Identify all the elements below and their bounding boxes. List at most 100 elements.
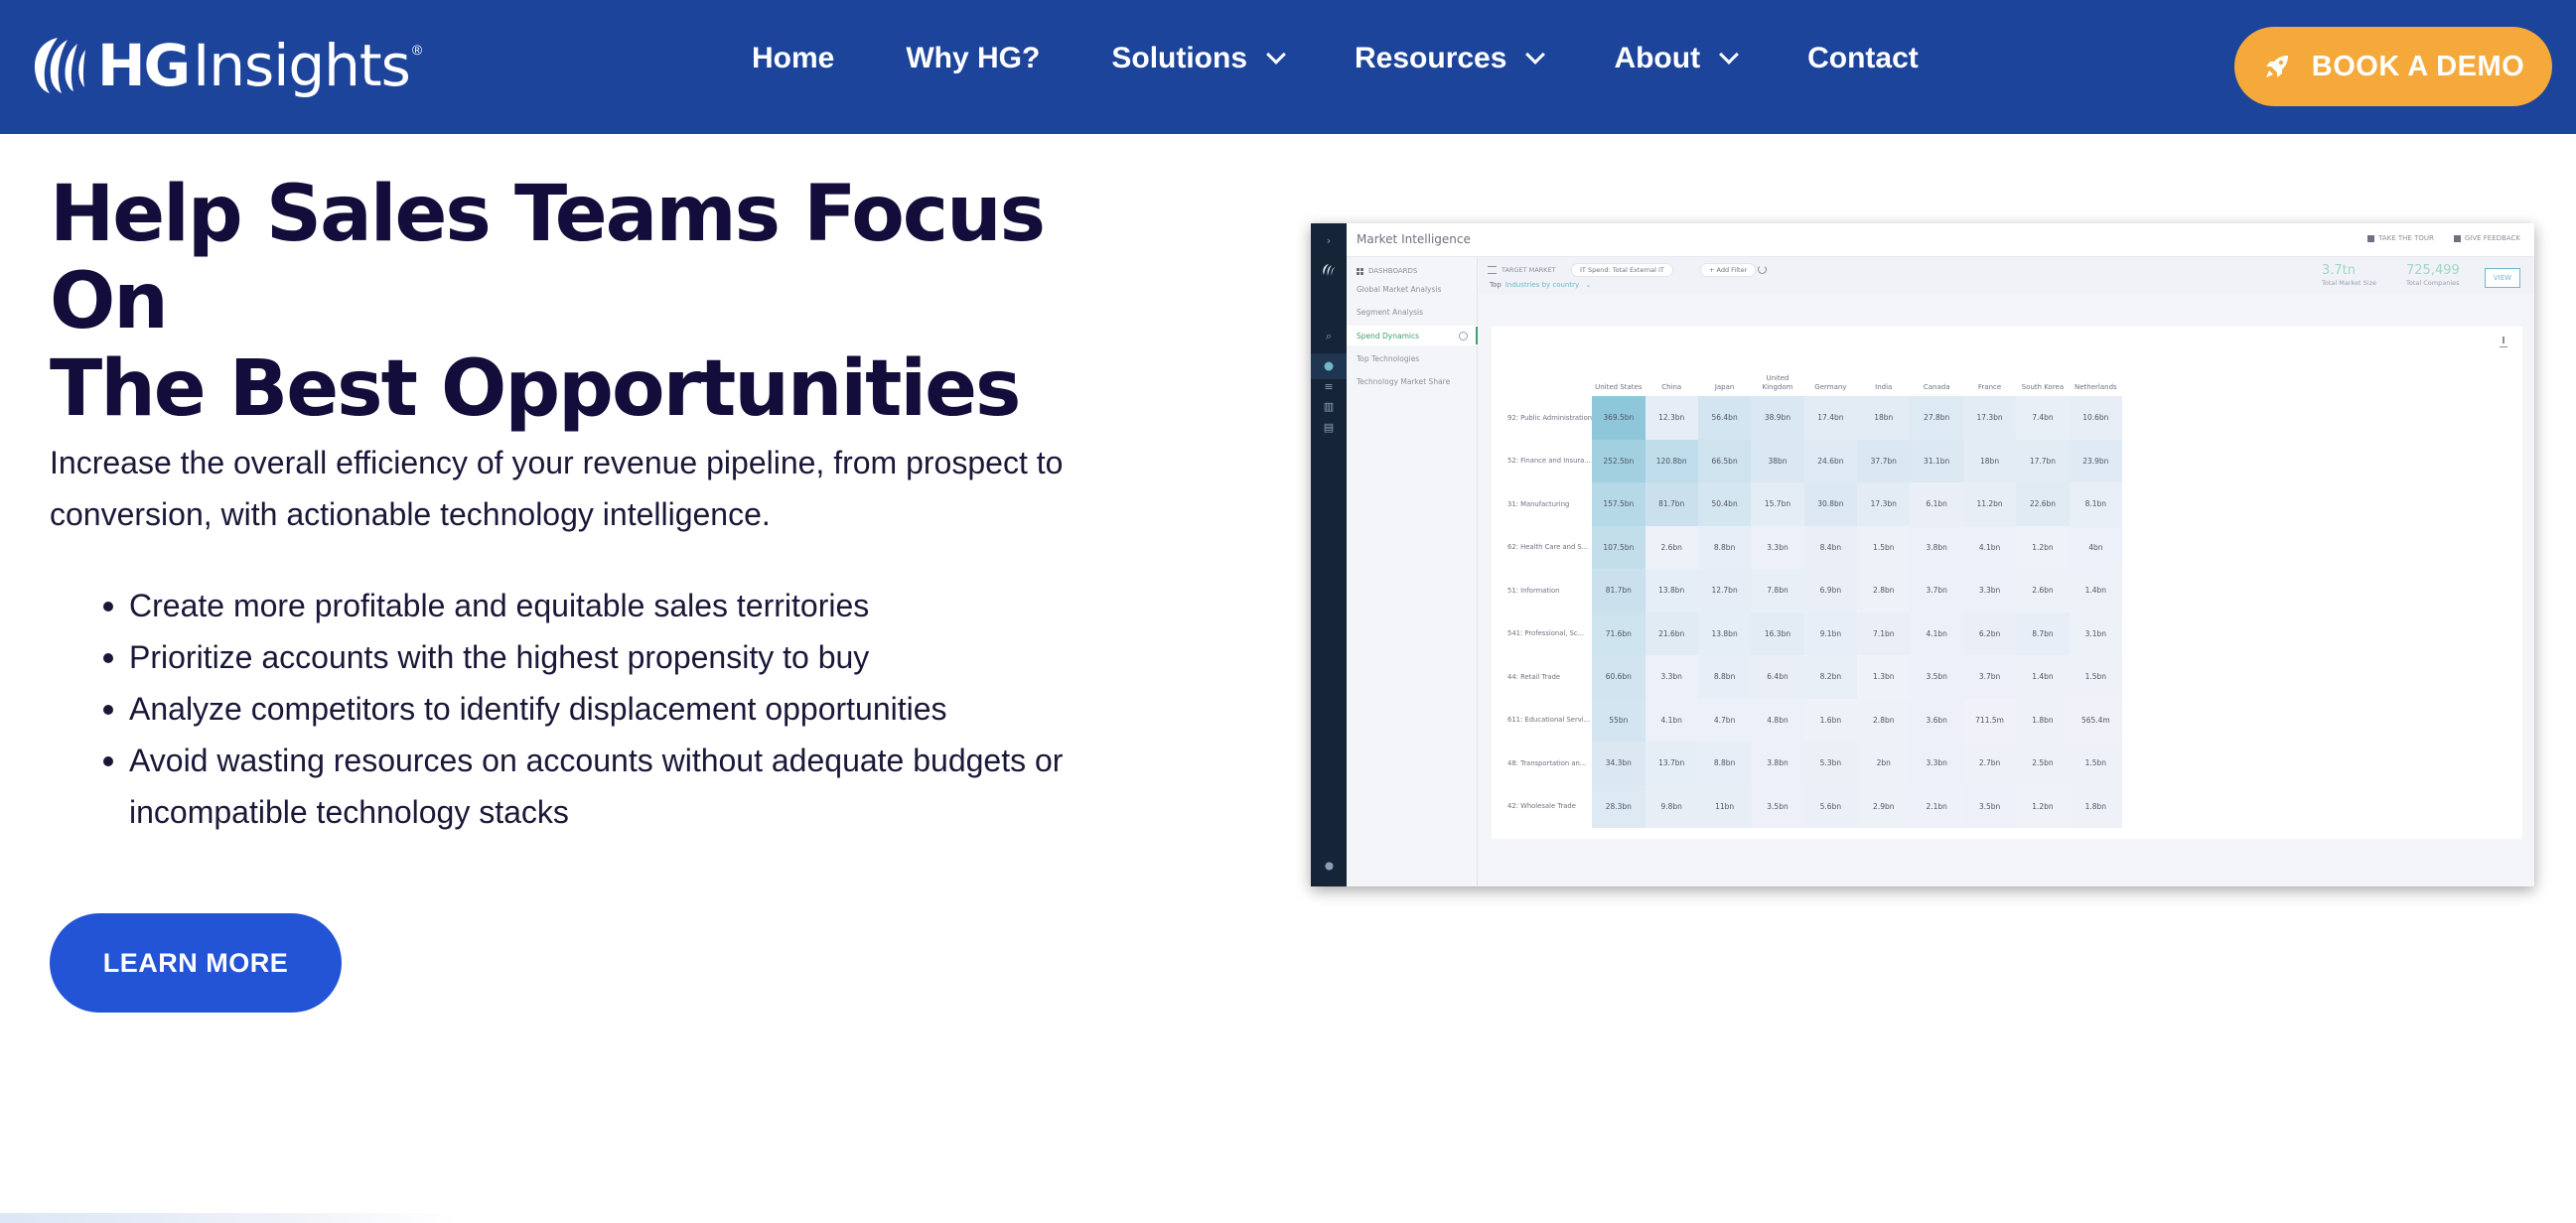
column-header[interactable]: United Kingdom [1751, 356, 1803, 396]
heatmap-cell[interactable]: 22.6bn [2016, 482, 2070, 526]
heatmap-cell[interactable]: 13.7bn [1645, 742, 1698, 785]
heatmap-cell[interactable]: 1.2bn [2016, 784, 2070, 828]
heatmap-cell[interactable]: 3.5bn [1751, 784, 1804, 828]
heatmap-cell[interactable]: 3.5bn [1962, 784, 2017, 828]
heatmap-cell[interactable]: 24.6bn [1803, 439, 1858, 482]
heatmap-cell[interactable]: 8.8bn [1697, 655, 1752, 699]
heatmap-cell[interactable]: 13.8bn [1697, 612, 1752, 655]
nav-item-contact[interactable]: Contact [1807, 42, 1919, 75]
heatmap-cell[interactable]: 12.7bn [1697, 569, 1752, 612]
nav-item-solutions[interactable]: Solutions [1111, 42, 1286, 75]
heatmap-cell[interactable]: 3.1bn [2069, 612, 2123, 655]
column-header[interactable]: Germany [1804, 356, 1857, 396]
heatmap-cell[interactable]: 2bn [1857, 742, 1911, 785]
column-header[interactable]: Japan [1698, 356, 1751, 396]
heatmap-cell[interactable]: 3.3bn [1751, 525, 1804, 569]
learn-more-button[interactable]: LEARN MORE [50, 913, 342, 1013]
hg-insights-logo[interactable]: HG Insights ® [28, 28, 422, 103]
heatmap-cell[interactable]: 38.9bn [1751, 396, 1804, 440]
heatmap-cell[interactable]: 2.8bn [1857, 569, 1911, 612]
heatmap-cell[interactable]: 1.5bn [2069, 655, 2123, 699]
sidebar-item-spend-dynamics[interactable]: Spend Dynamics [1357, 332, 1419, 340]
heatmap-cell[interactable]: 8.7bn [2016, 612, 2070, 655]
heatmap-cell[interactable]: 30.8bn [1803, 482, 1858, 526]
heatmap-cell[interactable]: 3.3bn [1910, 742, 1963, 785]
heatmap-cell[interactable]: 2.5bn [2016, 742, 2070, 785]
heatmap-cell[interactable]: 3.8bn [1910, 525, 1963, 569]
heatmap-cell[interactable]: 11bn [1697, 784, 1752, 828]
nav-item-about[interactable]: About [1614, 42, 1739, 75]
heatmap-cell[interactable]: 18bn [1962, 439, 2017, 482]
heatmap-cell[interactable]: 21.6bn [1645, 612, 1698, 655]
heatmap-cell[interactable]: 1.2bn [2016, 525, 2070, 569]
sidebar-item-global-market-analysis[interactable]: Global Market Analysis [1357, 285, 1441, 294]
heatmap-cell[interactable]: 6.2bn [1962, 612, 2017, 655]
heatmap-cell[interactable]: 81.7bn [1645, 482, 1698, 526]
heatmap-cell[interactable]: 1.4bn [2016, 655, 2070, 699]
heatmap-cell[interactable]: 8.8bn [1697, 742, 1752, 785]
heatmap-cell[interactable]: 31.1bn [1910, 439, 1963, 482]
heatmap-cell[interactable]: 15.7bn [1751, 482, 1804, 526]
heatmap-cell[interactable]: 10.6bn [2069, 396, 2123, 440]
heatmap-cell[interactable]: 5.3bn [1803, 742, 1858, 785]
heatmap-cell[interactable]: 107.5bn [1592, 525, 1646, 569]
heatmap-cell[interactable]: 1.4bn [2069, 569, 2123, 612]
heatmap-cell[interactable]: 120.8bn [1645, 439, 1698, 482]
heatmap-cell[interactable]: 5.6bn [1803, 784, 1858, 828]
heatmap-cell[interactable]: 157.5bn [1592, 482, 1646, 526]
heatmap-cell[interactable]: 2.1bn [1910, 784, 1963, 828]
heatmap-cell[interactable]: 28.3bn [1592, 784, 1646, 828]
heatmap-cell[interactable]: 81.7bn [1592, 569, 1646, 612]
heatmap-cell[interactable]: 2.6bn [2016, 569, 2070, 612]
heatmap-cell[interactable]: 7.1bn [1857, 612, 1911, 655]
list-icon[interactable]: ≡ [1320, 377, 1338, 395]
building-icon[interactable]: ▥ [1320, 397, 1338, 415]
heatmap-cell[interactable]: 3.7bn [1910, 569, 1963, 612]
heatmap-cell[interactable]: 55bn [1592, 698, 1646, 742]
heatmap-cell[interactable]: 4.1bn [1910, 612, 1963, 655]
heatmap-cell[interactable]: 1.8bn [2069, 784, 2123, 828]
heatmap-cell[interactable]: 8.8bn [1697, 525, 1752, 569]
add-filter-button[interactable]: + Add Filter [1700, 263, 1757, 277]
heatmap-cell[interactable]: 9.8bn [1645, 784, 1698, 828]
heatmap-cell[interactable]: 1.3bn [1857, 655, 1911, 699]
heatmap-cell[interactable]: 4.7bn [1697, 698, 1752, 742]
heatmap-cell[interactable]: 17.3bn [1962, 396, 2017, 440]
heatmap-cell[interactable]: 3.3bn [1962, 569, 2017, 612]
heatmap-cell[interactable]: 1.5bn [1857, 525, 1911, 569]
heatmap-cell[interactable]: 11.2bn [1962, 482, 2017, 526]
give-feedback-link[interactable]: GIVE FEEDBACK [2453, 234, 2520, 242]
heatmap-cell[interactable]: 38bn [1751, 439, 1804, 482]
reset-icon[interactable] [1758, 265, 1767, 274]
heatmap-cell[interactable]: 2.8bn [1857, 698, 1911, 742]
globe-icon[interactable] [1320, 357, 1338, 375]
column-header[interactable]: France [1963, 356, 2016, 396]
heatmap-cell[interactable]: 12.3bn [1645, 396, 1698, 440]
heatmap-cell[interactable]: 9.1bn [1803, 612, 1858, 655]
heatmap-cell[interactable]: 66.5bn [1697, 439, 1752, 482]
heatmap-cell[interactable]: 8.1bn [2069, 482, 2123, 526]
heatmap-cell[interactable]: 6.4bn [1751, 655, 1804, 699]
heatmap-cell[interactable]: 60.6bn [1592, 655, 1646, 699]
heatmap-cell[interactable]: 27.8bn [1910, 396, 1963, 440]
heatmap-cell[interactable]: 4bn [2069, 525, 2123, 569]
heatmap-cell[interactable]: 2.6bn [1645, 525, 1698, 569]
sidebar-item-segment-analysis[interactable]: Segment Analysis [1357, 308, 1423, 317]
nav-item-resources[interactable]: Resources [1355, 42, 1546, 75]
view-button[interactable]: VIEW [2485, 268, 2520, 288]
heatmap-cell[interactable]: 7.4bn [2016, 396, 2070, 440]
heatmap-cell[interactable]: 1.5bn [2069, 742, 2123, 785]
heatmap-cell[interactable]: 369.5bn [1592, 396, 1646, 440]
heatmap-cell[interactable]: 2.9bn [1857, 784, 1911, 828]
heatmap-cell[interactable]: 3.6bn [1910, 698, 1963, 742]
column-header[interactable]: India [1857, 356, 1910, 396]
heatmap-cell[interactable]: 4.1bn [1645, 698, 1698, 742]
heatmap-cell[interactable]: 252.5bn [1592, 439, 1646, 482]
heatmap-cell[interactable]: 6.1bn [1910, 482, 1963, 526]
heatmap-cell[interactable]: 71.6bn [1592, 612, 1646, 655]
nav-item-why-hg[interactable]: Why HG? [906, 42, 1040, 75]
heatmap-cell[interactable]: 3.8bn [1751, 742, 1804, 785]
heatmap-cell[interactable]: 34.3bn [1592, 742, 1646, 785]
heatmap-cell[interactable]: 3.7bn [1962, 655, 2017, 699]
heatmap-cell[interactable]: 56.4bn [1697, 396, 1752, 440]
